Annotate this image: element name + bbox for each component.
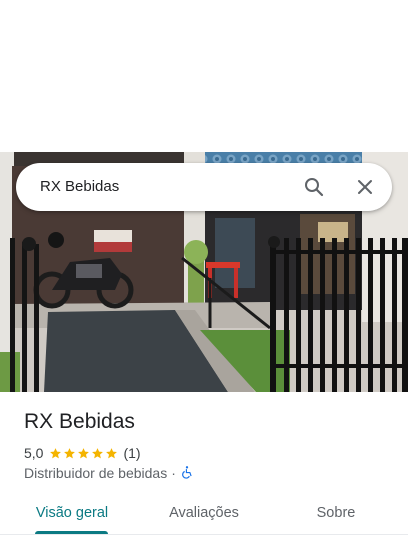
tab-reviews[interactable]: Avaliações (156, 494, 252, 536)
star-icon (64, 447, 76, 458)
search-icon[interactable] (302, 175, 326, 199)
wheelchair-icon[interactable] (180, 465, 194, 482)
star-icon (92, 447, 104, 458)
review-count[interactable]: (1) (123, 445, 140, 461)
search-input[interactable]: RX Bebidas (40, 178, 119, 196)
star-icon (50, 447, 62, 458)
tabs-divider (0, 534, 408, 535)
star-icon (106, 447, 118, 458)
place-category[interactable]: Distribuidor de bebidas (24, 465, 167, 481)
place-title: RX Bebidas (24, 410, 135, 433)
category-row: Distribuidor de bebidas · (24, 464, 194, 482)
separator: · (171, 465, 176, 481)
place-page: RX Bebidas RX Bebidas 5,0 (1) Distribuid… (0, 0, 408, 544)
rating-value: 5,0 (24, 445, 44, 461)
place-tabs: Visão geral Avaliações Sobre (0, 494, 408, 536)
rating-row[interactable]: 5,0 (1) (24, 444, 141, 462)
search-bar[interactable]: RX Bebidas (16, 163, 392, 211)
star-icon (78, 447, 90, 458)
tab-about[interactable]: Sobre (296, 494, 376, 536)
close-icon[interactable] (353, 175, 377, 199)
rating-stars (49, 447, 119, 460)
tab-overview[interactable]: Visão geral (24, 494, 120, 536)
